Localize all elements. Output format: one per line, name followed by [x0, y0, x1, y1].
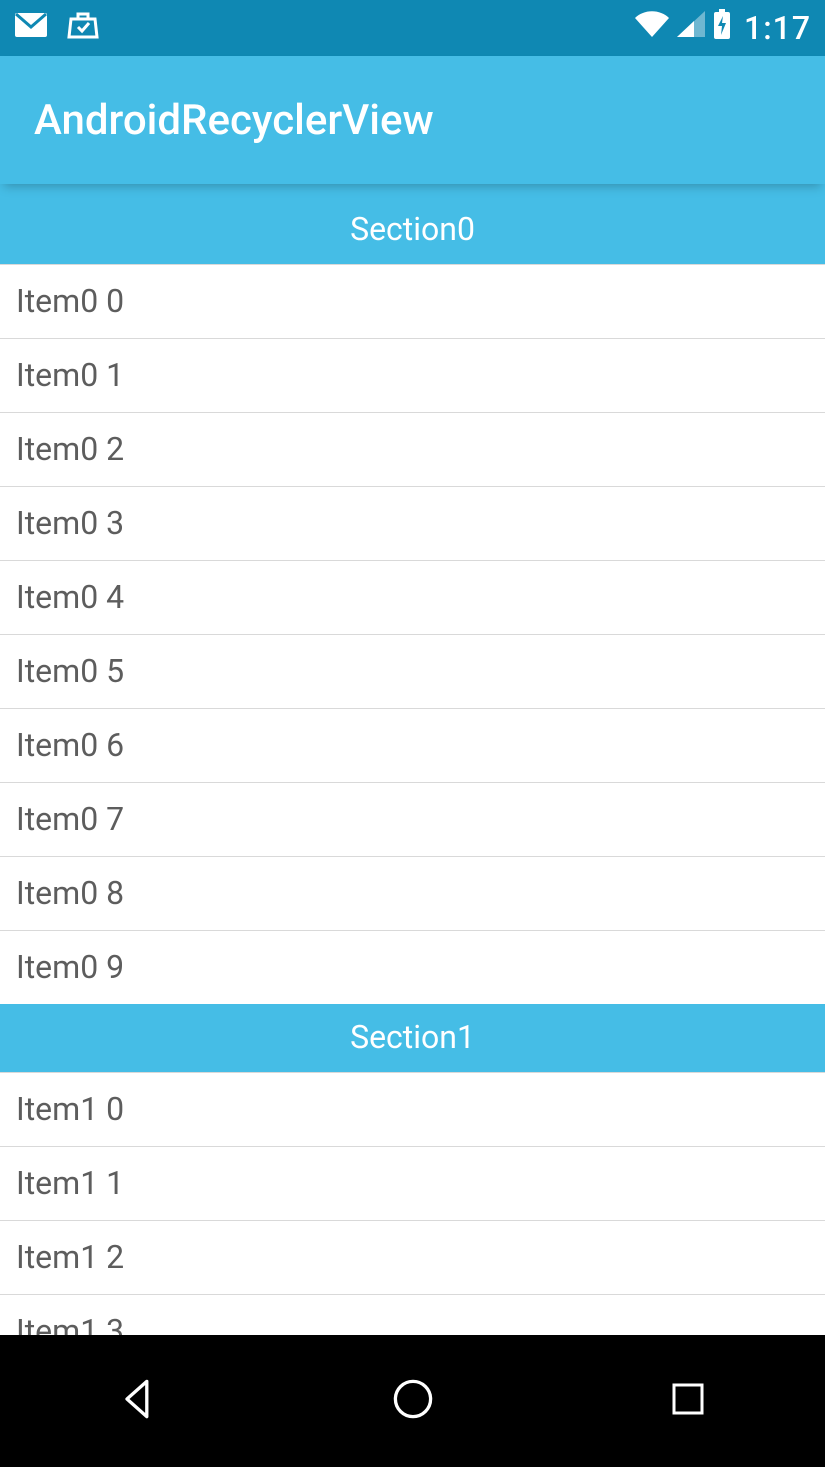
recent-apps-button[interactable] — [660, 1373, 716, 1429]
status-left-icons — [14, 9, 100, 47]
list-item-label: Item0 2 — [16, 430, 124, 468]
briefcase-check-icon — [66, 9, 100, 47]
gmail-icon — [14, 11, 48, 46]
wifi-icon — [634, 10, 670, 46]
list-item[interactable]: Item0 9 — [0, 931, 825, 1004]
list-item[interactable]: Item1 3 — [0, 1295, 825, 1335]
list-item[interactable]: Item1 2 — [0, 1221, 825, 1295]
app-bar: AndroidRecyclerView — [0, 56, 825, 184]
list-item-label: Item1 1 — [16, 1164, 124, 1202]
list-item-label: Item0 5 — [16, 652, 124, 690]
list-item-label: Item0 7 — [16, 800, 124, 838]
list-item[interactable]: Item0 0 — [0, 265, 825, 339]
list-item[interactable]: Item0 5 — [0, 635, 825, 709]
list-item-label: Item0 1 — [16, 356, 124, 394]
list-item-label: Item0 0 — [16, 282, 124, 320]
list-item-label: Item1 0 — [16, 1090, 124, 1128]
list-item[interactable]: Item0 3 — [0, 487, 825, 561]
list-item[interactable]: Item0 4 — [0, 561, 825, 635]
list-item-label: Item0 9 — [16, 948, 124, 986]
list-item-label: Item0 8 — [16, 874, 124, 912]
battery-charging-icon — [712, 8, 732, 48]
back-icon — [116, 1377, 160, 1425]
section-title: Section1 — [350, 1018, 475, 1056]
recycler-view[interactable]: Section0 Item0 0 Item0 1 Item0 2 Item0 3… — [0, 184, 825, 1335]
list-item[interactable]: Item0 6 — [0, 709, 825, 783]
back-button[interactable] — [110, 1373, 166, 1429]
home-button[interactable] — [385, 1373, 441, 1429]
section-header: Section0 — [0, 184, 825, 264]
nav-bar — [0, 1335, 825, 1467]
status-right-icons: 1:17 — [634, 8, 811, 48]
list-item-label: Item0 4 — [16, 578, 124, 616]
list-item-label: Item0 3 — [16, 504, 124, 542]
status-bar: 1:17 — [0, 0, 825, 56]
list-item[interactable]: Item0 1 — [0, 339, 825, 413]
section-header: Section1 — [0, 1004, 825, 1072]
status-clock: 1:17 — [744, 9, 811, 47]
list-item[interactable]: Item1 1 — [0, 1147, 825, 1221]
list-item[interactable]: Item0 7 — [0, 783, 825, 857]
list-item[interactable]: Item1 0 — [0, 1073, 825, 1147]
app-title: AndroidRecyclerView — [34, 96, 434, 145]
list-item[interactable]: Item0 8 — [0, 857, 825, 931]
home-icon — [391, 1377, 435, 1425]
section-title: Section0 — [350, 210, 475, 248]
cell-signal-icon — [676, 10, 706, 46]
list-item-label: Item1 3 — [16, 1312, 124, 1335]
list-item-label: Item1 2 — [16, 1238, 124, 1276]
list-item[interactable]: Item0 2 — [0, 413, 825, 487]
list-item-label: Item0 6 — [16, 726, 124, 764]
recent-icon — [668, 1379, 708, 1423]
